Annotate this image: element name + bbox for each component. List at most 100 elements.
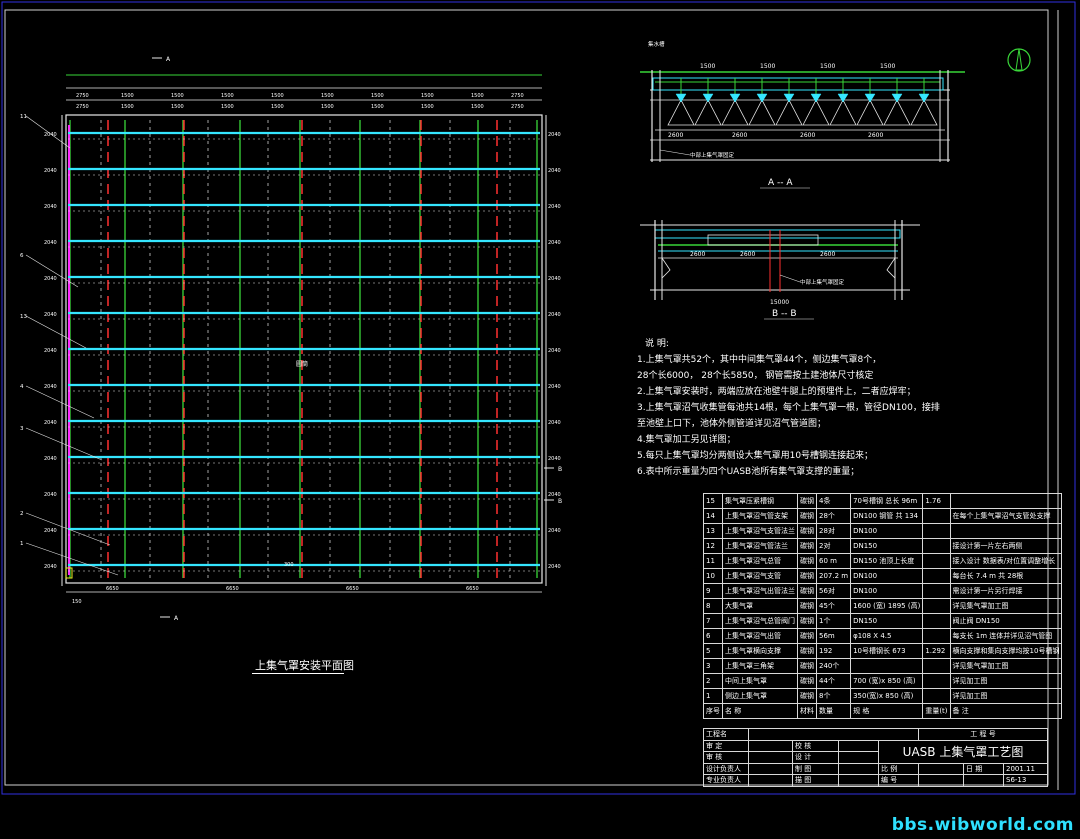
corner-dim-label: 150: [72, 599, 82, 605]
callout-number: 4: [20, 384, 24, 390]
callout-number: 2: [20, 511, 24, 517]
svg-text:2600: 2600: [868, 132, 883, 139]
section-bb: 2600 2600 2600 15000 中部上集气罩固定 B -- B: [640, 220, 920, 320]
svg-text:2600: 2600: [732, 132, 747, 139]
bom-row: 14 上集气罩沼气管支架 碳钢 28个 DN100 钢管 共 134 在每个上集气罩沼气支…: [703, 508, 1063, 524]
top-dim-label: 2750: [511, 93, 524, 99]
bom-row: 11 上集气罩沼气总管 碳钢 60 m DN150 池顶上长度 接入设计 数据表/对位置调…: [703, 553, 1063, 569]
note-line: 28个长6000， 28个长5850， 钢管需按土建池体尺寸核定: [637, 371, 874, 381]
bb-label-fix: 中部上集气罩固定: [800, 278, 845, 286]
bom-header-row: 序号 名 称 材料 数量 规 格 重量(t) 备 注: [703, 703, 1063, 719]
watermark: bbs.wibworld.com: [891, 815, 1074, 835]
svg-text:2600: 2600: [740, 251, 755, 258]
note-line: 2.上集气罩安装时，两端应放在池壁牛腿上的预埋件上，二者应焊牢；: [637, 387, 916, 397]
top-dim-label: 1500: [421, 93, 434, 99]
aa-label-fix: 中部上集气罩固定: [690, 151, 735, 159]
svg-text:2600: 2600: [820, 251, 835, 258]
side-dim-label: 2040: [44, 420, 57, 426]
bom-row: 12 上集气罩沼气管法兰 碳钢 2对 DN150 接设计第一片左右两侧: [703, 538, 1063, 554]
side-dim-label: 2040: [44, 348, 57, 354]
note-line: 6.表中所示重量为四个UASB池所有集气罩支撑的重量；: [637, 467, 860, 477]
svg-text:1500: 1500: [880, 63, 895, 70]
bom-row: 15 集气罩压紧槽钢 碳钢 4条 70号槽钢 总长 96m 1.76: [703, 493, 1063, 509]
side-dim-label: 2040: [548, 384, 561, 390]
top-dim-label: 1500: [471, 104, 484, 110]
plan-view: 2040 2040 2040 2040 2040 2040 2040 2040 2040 2040…: [20, 56, 562, 622]
bom-row: 5 上集气罩横向支撑 碳钢 192 10号槽钢长 673 1.292 横向支撑和集向支撑均按…: [703, 643, 1063, 659]
bottom-dim-label: 6650: [226, 586, 239, 592]
plan-title: 上集气罩安装平面图: [255, 659, 354, 672]
note-line: 至池壁上口下，池体外侧管道详见沼气管道图；: [637, 419, 827, 429]
side-dim-label: 2040: [548, 132, 561, 138]
note-line: 5.每只上集气罩均分两侧设大集气罩用10号槽钢连接起来；: [637, 451, 874, 461]
notes-block: 说 明: 1.上集气罩共52个，其中中间集气罩44个，侧边集气罩8个， 28个长…: [637, 336, 940, 480]
side-dim-label: 2040: [44, 528, 57, 534]
section-aa-title: A -- A: [768, 178, 793, 188]
top-dim-label: 1500: [221, 104, 234, 110]
top-dim-label: 1500: [421, 104, 434, 110]
svg-text:15000: 15000: [770, 299, 789, 306]
side-dim-label: 2040: [548, 240, 561, 246]
title-block: 工程名 工 程 号 审 定 校 核 UASB 上集气罩工艺图 审 核 设 计 设…: [703, 728, 1048, 787]
side-dim-label: 2040: [548, 564, 561, 570]
note-line: 1.上集气罩共52个，其中中间集气罩44个，侧边集气罩8个，: [637, 355, 882, 365]
side-dim-label: 2040: [44, 456, 57, 462]
drawing-date: 2001.11: [1003, 762, 1048, 775]
svg-text:1500: 1500: [760, 63, 775, 70]
bom-row: 8 大集气罩 碳钢 45个 1600 (宽) 1895 (高) 详见集气罩加工图: [703, 598, 1063, 614]
svg-text:1500: 1500: [700, 63, 715, 70]
side-dim-label: 2040: [44, 204, 57, 210]
svg-text:1500: 1500: [820, 63, 835, 70]
aa-label-tank: 集水槽: [648, 40, 665, 48]
section-bb-title: B -- B: [772, 309, 797, 319]
top-dim-label: 2750: [511, 104, 524, 110]
side-dim-label: 2040: [548, 204, 561, 210]
side-dim-label: 2040: [548, 168, 561, 174]
section-mark: B: [558, 466, 562, 473]
bill-of-materials-table: 15 集气罩压紧槽钢 碳钢 4条 70号槽钢 总长 96m 1.76 14 上集气罩沼气管支架…: [703, 493, 1063, 719]
side-dim-label: 2040: [548, 276, 561, 282]
side-dim-label: 2040: [548, 348, 561, 354]
north-arrow-icon: [1007, 48, 1031, 72]
side-dim-label: 2040: [44, 492, 57, 498]
section-mark: A: [166, 56, 171, 63]
callout-number: 11: [20, 114, 27, 120]
side-dim-label: 2040: [44, 168, 57, 174]
section-mark: A: [174, 615, 179, 622]
side-dim-label: 2040: [44, 384, 57, 390]
plan-mid-label: 圆筒: [296, 360, 308, 368]
drawing-title: UASB 上集气罩工艺图: [878, 739, 1048, 764]
top-dim-label: 1500: [271, 93, 284, 99]
top-dim-label: 1500: [221, 93, 234, 99]
notes-heading: 说 明:: [645, 339, 669, 349]
side-dim-label: 2040: [44, 240, 57, 246]
plan-dim-label: 300: [284, 562, 294, 568]
top-dim-label: 2750: [76, 93, 89, 99]
bom-row: 2 中间上集气罩 碳钢 44个 700 (宽)x 850 (高) 详见加工图: [703, 673, 1063, 689]
side-dim-label: 2040: [44, 564, 57, 570]
svg-text:2600: 2600: [690, 251, 705, 258]
section-mark: B: [558, 498, 562, 505]
plan-title-underline: [252, 673, 344, 674]
top-dim-label: 1500: [271, 104, 284, 110]
svg-text:2600: 2600: [800, 132, 815, 139]
callout-number: 6: [20, 253, 24, 259]
bom-row: 10 上集气罩沼气支管 碳钢 207.2 m DN100 每台长 7.4 m 共 28根: [703, 568, 1063, 584]
note-line: 4.集气罩加工另见详图；: [637, 435, 736, 445]
callout-number: 3: [20, 426, 24, 432]
bottom-dim-label: 6650: [466, 586, 479, 592]
top-dim-label: 1500: [371, 104, 384, 110]
top-dim-label: 1500: [121, 93, 134, 99]
project-label: 工程名: [703, 728, 749, 741]
side-dim-label: 2040: [548, 420, 561, 426]
project-no-label: 工 程 号: [918, 728, 1048, 741]
side-dim-label: 2040: [548, 312, 561, 318]
top-dim-label: 1500: [321, 104, 334, 110]
callout-number: 1: [20, 541, 24, 547]
top-dim-label: 1500: [321, 93, 334, 99]
side-dim-label: 2040: [548, 528, 561, 534]
top-dim-label: 2750: [76, 104, 89, 110]
svg-text:2600: 2600: [668, 132, 683, 139]
sheet-number: S6-13: [1003, 774, 1048, 787]
top-dim-label: 1500: [121, 104, 134, 110]
